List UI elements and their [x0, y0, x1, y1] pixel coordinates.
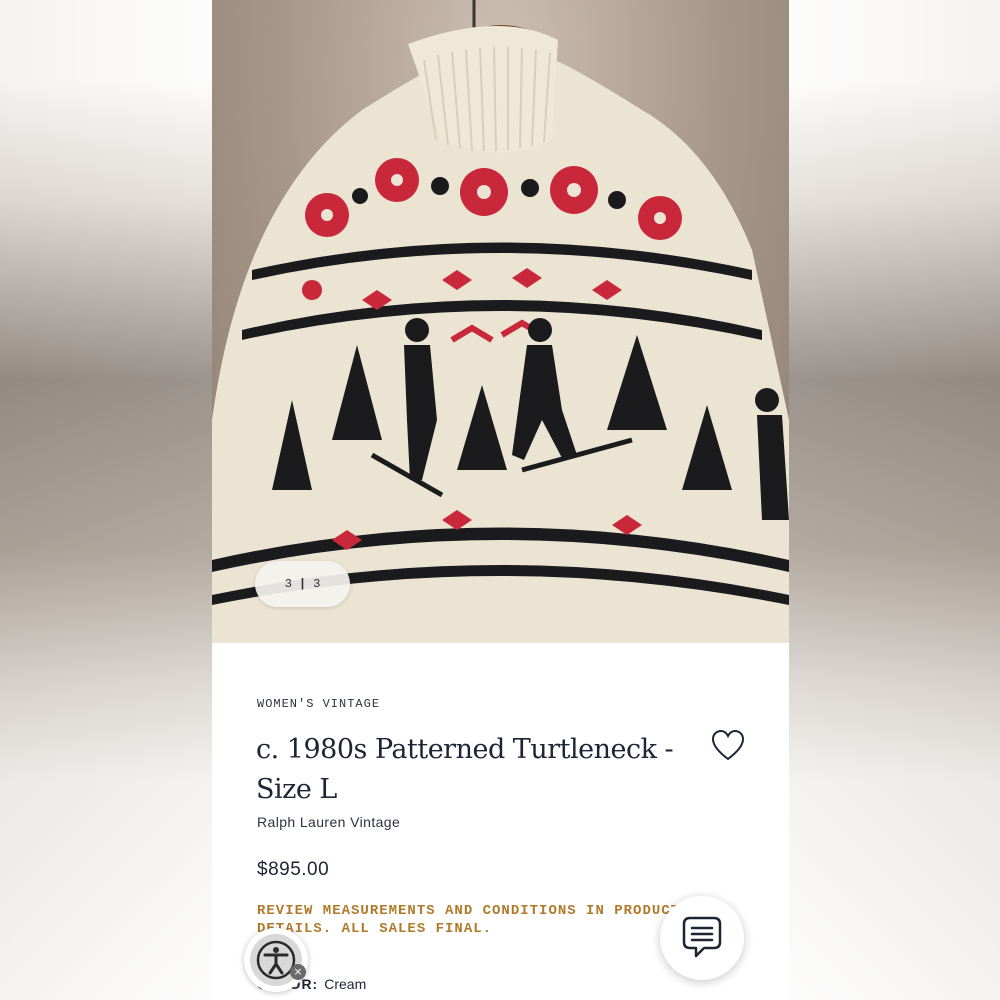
close-icon[interactable]: ×: [290, 964, 306, 980]
accessibility-button[interactable]: ×: [244, 928, 308, 992]
chat-bubble-icon: [682, 916, 722, 958]
product-brand[interactable]: Ralph Lauren Vintage: [257, 814, 400, 830]
image-counter-current: 3: [284, 577, 292, 591]
image-counter: 3 | 3: [255, 561, 350, 607]
chat-button[interactable]: [660, 896, 744, 980]
image-counter-total: 3: [313, 577, 321, 591]
product-price: $895.00: [257, 859, 330, 880]
product-page: 3 | 3 WOMEN'S VINTAGE c. 1980s Patterned…: [212, 0, 789, 1000]
heart-outline-icon: [711, 729, 745, 761]
product-image[interactable]: 3 | 3: [212, 0, 789, 643]
product-title: c. 1980s Patterned Turtleneck - Size L: [256, 734, 674, 805]
product-category[interactable]: WOMEN'S VINTAGE: [257, 697, 380, 711]
color-value: Cream: [324, 976, 367, 992]
image-counter-separator: |: [298, 577, 307, 591]
sweater-illustration: [212, 0, 789, 643]
wishlist-button[interactable]: [710, 728, 746, 764]
accessibility-badge: ×: [250, 934, 306, 986]
